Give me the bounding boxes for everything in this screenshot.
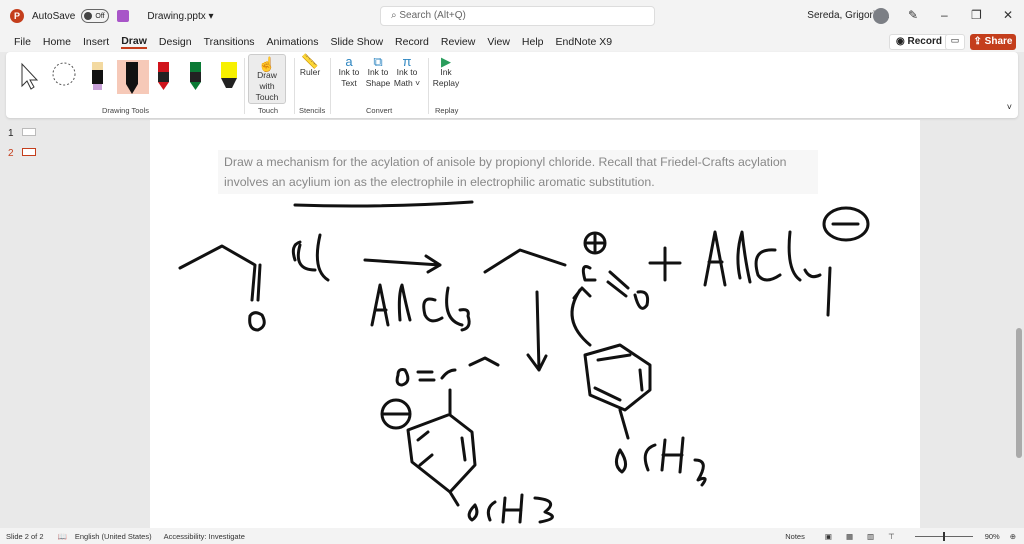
autosave-state: Off [95,12,105,20]
scrollbar-thumb[interactable] [1016,328,1022,458]
ink-to-text-icon: a [345,54,353,69]
pen-icon[interactable]: ✎ [908,8,918,22]
tab-view[interactable]: View [487,36,510,48]
tab-file[interactable]: File [14,36,31,48]
language-status[interactable]: English (United States) [75,532,152,541]
touch-hand-icon: ☝ [258,56,276,72]
slide-counter: Slide 2 of 2 [6,531,44,541]
fit-to-window-icon[interactable]: ⊕ [1010,532,1016,541]
divider [330,58,331,114]
ink-acylium-ion [483,206,870,317]
accessibility-status[interactable]: Accessibility: Investigate [164,532,245,541]
thumbnail-number: 1 [8,128,14,139]
filename-dropdown[interactable]: Drawing.pptx ▾ [147,11,213,22]
tab-transitions[interactable]: Transitions [204,36,255,48]
tab-home[interactable]: Home [43,36,71,48]
normal-view-icon[interactable]: ▣ [825,532,832,541]
tab-help[interactable]: Help [522,36,544,48]
tab-design[interactable]: Design [159,36,192,48]
tab-record[interactable]: Record [395,36,429,48]
ink-arrow-down [526,290,548,372]
ink-arrow-1 [363,254,442,274]
ink-curved-arrow [570,286,592,347]
status-bar: Slide 2 of 2 📖 English (United States) A… [0,528,1024,544]
thumbnail-2[interactable]: 2 [8,148,36,159]
spellcheck-icon[interactable]: 📖 [58,532,67,541]
powerpoint-logo-icon: P [10,9,24,23]
slide-canvas[interactable]: Draw a mechanism for the acylation of an… [150,120,920,528]
ink-drawing [178,200,870,524]
minimize-button[interactable]: – [941,8,948,22]
lasso-icon [52,62,76,86]
ruler-icon: 📏 [301,53,319,69]
group-touch: Touch [258,106,279,115]
zoom-level[interactable]: 90% [985,532,1000,541]
ink-to-math-icon: π [402,54,412,69]
ink-to-text-label: Ink to Text [338,67,360,88]
tab-review[interactable]: Review [441,36,475,48]
ruler-label: Ruler [299,67,321,77]
ink-to-math-label: Ink to Math ˅ [393,67,421,88]
search-input[interactable]: ⌕ Search (Alt+Q) [380,6,655,26]
slideshow-icon[interactable]: ⊤ [888,532,895,541]
save-icon[interactable] [117,10,130,22]
thumbnail-1[interactable]: 1 [8,128,36,139]
ink-to-text-button[interactable]: a Ink to Text [336,54,362,89]
reading-view-icon[interactable]: ▥ [867,532,874,541]
notes-button[interactable]: Notes [785,532,805,541]
divider [428,58,429,114]
replay-icon: ▶ [441,54,451,69]
ink-anisole [583,343,707,487]
tab-slide-show[interactable]: Slide Show [331,36,384,48]
ink-to-math-button[interactable]: π Ink to Math ˅ [392,54,422,89]
avatar[interactable] [873,8,889,24]
search-placeholder: Search (Alt+Q) [399,10,466,21]
divider [294,58,295,114]
pen-3-icon [158,62,169,90]
collapse-ribbon-icon[interactable]: ˅ [1007,102,1012,112]
ribbon-tabs: File Home Insert Draw Design Transitions… [0,32,1024,52]
close-button[interactable]: ✕ [1003,8,1013,22]
ink-to-shape-button[interactable]: ⧉ Ink to Shape [364,54,392,89]
ink-to-shape-icon: ⧉ [373,54,383,69]
vertical-scrollbar[interactable] [1014,120,1024,528]
restore-button[interactable]: ❐ [971,8,982,22]
group-stencils: Stencils [299,106,326,115]
group-convert: Convert [366,106,393,115]
ink-underline [293,200,474,208]
draw-with-touch-label: Draw with Touch [255,70,279,102]
ink-replay-label: Ink Replay [432,67,460,88]
autosave-toggle[interactable]: Off [81,9,110,23]
pen-4-icon [190,62,201,90]
ink-replay-button[interactable]: ▶ Ink Replay [432,54,460,89]
ink-sigma-complex [380,356,554,524]
group-replay: Replay [435,106,459,115]
ink-to-shape-label: Ink to Shape [365,67,391,88]
slide-thumbnails: 1 2 [0,120,50,528]
divider [244,58,245,114]
ink-alcl3-label [370,283,471,332]
draw-with-touch-button[interactable]: ☝ Draw with Touch [248,54,286,104]
zoom-slider-thumb[interactable] [942,532,945,541]
drawing-tools-icons [21,60,237,94]
tab-animations[interactable]: Animations [267,36,319,48]
share-button[interactable]: ⇪ Share [970,34,1016,50]
zoom-slider[interactable] [909,531,979,541]
thumbnail-number: 2 [8,148,14,159]
autosave-label: AutoSave [32,10,76,22]
record-button[interactable]: ◉ Record [889,34,949,50]
ruler-button[interactable]: 📏 Ruler [298,53,322,78]
comments-button[interactable]: ▭ [945,34,965,50]
tab-draw[interactable]: Draw [121,35,147,49]
pen-1-icon [92,62,103,90]
slide-sorter-icon[interactable]: ▦ [846,532,853,541]
group-drawing-tools: Drawing Tools [102,106,149,115]
ink-propionyl-chloride [178,233,330,332]
tab-insert[interactable]: Insert [83,36,109,48]
select-arrow-icon [21,62,39,90]
ribbon: Drawing Tools ☝ Draw with Touch Touch 📏 Ru… [6,52,1018,118]
highlighter-icon [221,62,237,88]
tab-endnote[interactable]: EndNote X9 [556,36,613,48]
